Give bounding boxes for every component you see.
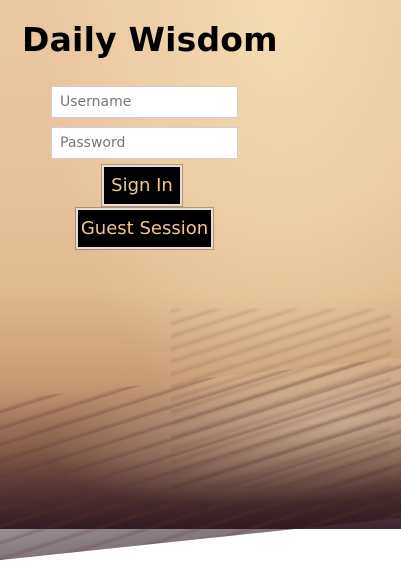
password-field[interactable] <box>51 127 238 159</box>
blurred-book-text <box>171 309 391 489</box>
username-field[interactable] <box>51 86 238 118</box>
login-form <box>51 86 238 168</box>
guest-session-button[interactable]: Guest Session <box>76 208 213 249</box>
sign-in-button[interactable]: Sign In <box>102 165 182 206</box>
page-title: Daily Wisdom <box>22 20 278 59</box>
